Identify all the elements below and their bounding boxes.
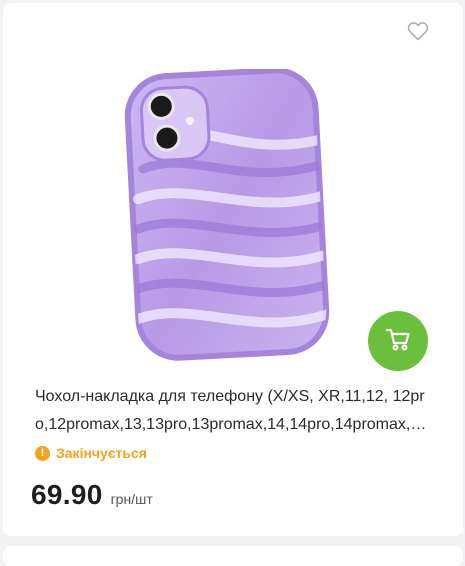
stock-status: ! Закінчується (35, 445, 147, 461)
product-card[interactable]: Чохол-накладка для телефону (X/XS, XR,11… (3, 3, 463, 536)
product-price: 69.90 (31, 479, 103, 510)
product-image[interactable] (123, 67, 333, 369)
product-title[interactable]: Чохол-накладка для телефону (X/XS, XR,11… (35, 383, 435, 439)
price-unit: грн/шт (110, 491, 153, 507)
stock-status-label: Закінчується (56, 445, 147, 461)
favorite-heart-icon[interactable] (406, 19, 430, 43)
next-product-card (3, 546, 463, 566)
cart-icon (385, 326, 411, 357)
price-block: 69.90 грн/шт (31, 479, 153, 511)
warning-circle-icon: ! (35, 445, 50, 461)
add-to-cart-button[interactable] (368, 311, 428, 371)
